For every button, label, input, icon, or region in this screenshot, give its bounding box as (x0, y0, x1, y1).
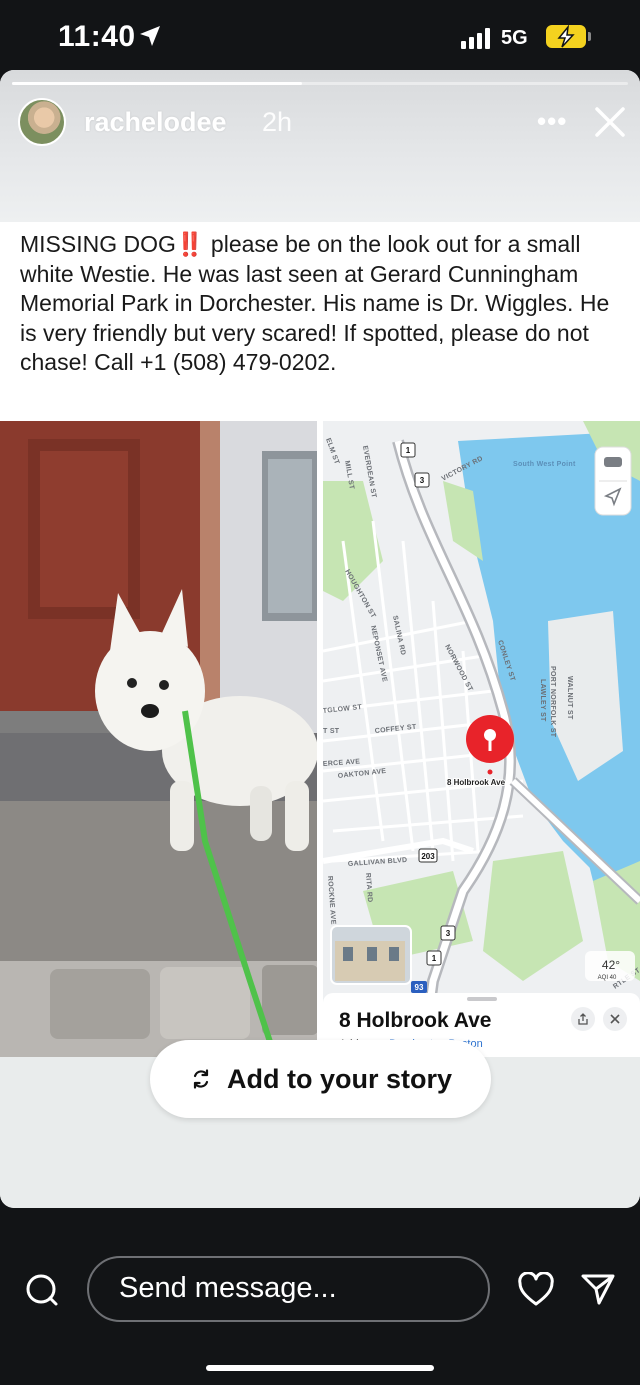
more-options-icon[interactable]: ••• (537, 106, 567, 137)
map-illustration: South West Point VICTORY RD EVERDEAN ST … (323, 421, 640, 1057)
camera-search-icon[interactable] (24, 1272, 60, 1308)
map-label-area: South West Point (513, 461, 576, 468)
network-type: 5G (501, 27, 528, 49)
story-progress-bar (12, 82, 628, 85)
route-shield-203: 203 (421, 852, 435, 861)
map-screenshot: South West Point VICTORY RD EVERDEAN ST … (323, 421, 640, 1057)
route-shield-1-bottom: 1 (432, 954, 437, 963)
status-bar: 11:40 5G (0, 0, 640, 72)
avatar[interactable] (18, 98, 66, 146)
battery-nub (588, 32, 591, 41)
post-text: MISSING DOG‼️ please be on the look out … (20, 231, 610, 375)
add-to-story-button[interactable]: Add to your story (150, 1040, 491, 1118)
story-header: rachelodee 2h ••• (0, 70, 640, 222)
map-label-walnut: WALNUT ST (566, 676, 573, 720)
sheet-grabber[interactable] (467, 997, 497, 1001)
story-progress-fill (12, 82, 302, 85)
charging-bolt-icon (557, 25, 575, 48)
map-label-port-norfolk: PORT NORFOLK ST (549, 666, 556, 738)
close-icon[interactable] (592, 104, 628, 140)
story-card[interactable]: rachelodee 2h ••• MISSING DOG‼️ please b… (0, 70, 640, 1208)
share-icon[interactable] (571, 1007, 595, 1031)
story-time-ago: 2h (262, 107, 293, 137)
map-label-lawley: LAWLEY ST (539, 679, 546, 722)
dog-photo (0, 421, 317, 1057)
close-sheet-icon[interactable] (603, 1007, 627, 1031)
status-time: 11:40 (58, 20, 136, 53)
map-pin-label: 8 Holbrook Ave (447, 778, 506, 787)
story-username[interactable]: rachelodee (84, 107, 227, 138)
dog-photo-illustration (0, 421, 317, 1057)
route-shield-1-top: 1 (406, 446, 411, 455)
drive-mode-icon (604, 457, 622, 467)
map-aqi: AQI 40 (598, 975, 617, 981)
add-to-story-label: Add to your story (226, 1063, 452, 1094)
map-temperature: 42° (602, 958, 620, 972)
send-message-placeholder: Send message... (119, 1272, 337, 1304)
location-arrow-icon (140, 26, 160, 46)
like-heart-icon[interactable] (517, 1272, 555, 1308)
cellular-signal-icon (461, 27, 490, 49)
repost-icon (193, 1069, 209, 1089)
place-title: 8 Holbrook Ave (339, 1009, 492, 1032)
home-indicator[interactable] (206, 1365, 434, 1371)
send-message-input[interactable]: Send message... (87, 1256, 490, 1322)
route-shield-93: 93 (415, 983, 424, 992)
route-shield-3-bottom: 3 (446, 929, 451, 938)
send-dm-icon[interactable] (580, 1271, 616, 1307)
map-label-t: T ST (323, 728, 340, 735)
route-shield-3-top: 3 (420, 476, 425, 485)
